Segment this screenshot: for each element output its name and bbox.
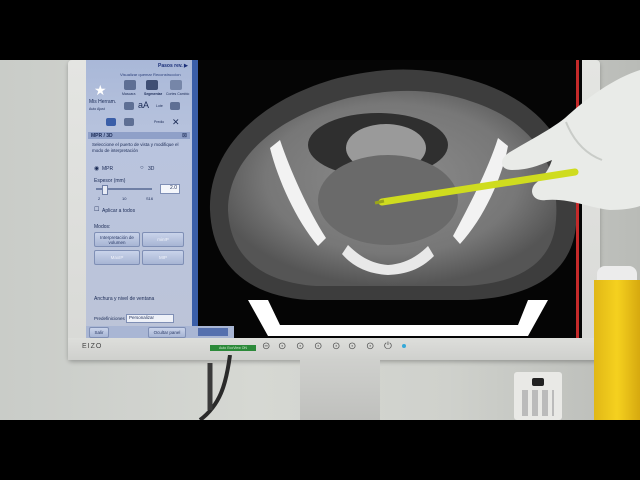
scale-tick-min: 2 [98,196,101,201]
tool-label-autoadjust: Auto Ajust [89,107,105,111]
cut-tool-icon[interactable] [170,80,182,90]
monitor-button-2[interactable]: ⊙ [278,341,286,352]
monitor-bezel-bottom: EIZO Auto EcoView ON ⊝ ⊙ ⊙ ⊙ ⊙ ⊙ ⊙ ⏻ [68,338,600,360]
monitor-button-6[interactable]: ⊙ [348,341,356,352]
radio-3d-label: 3D [148,166,155,172]
radio-3d[interactable]: ○ [140,165,144,171]
rotate-tool-icon[interactable] [124,118,134,126]
grid-tool-icon[interactable] [170,102,180,110]
close-tool-icon[interactable]: ✕ [172,117,180,128]
scale-tick-mid: 10 [122,196,127,201]
mpr-tool-icon[interactable] [106,118,116,126]
modes-label: Modos: [94,224,111,230]
wall-remote [514,372,562,420]
tool-panel: Pasos rev. ▶ Visualizar quemar Reconstru… [86,60,192,338]
star-icon[interactable]: ★ [94,82,107,99]
text-tool-icon[interactable]: aA [138,100,149,110]
top-link[interactable]: Pasos rev. ▶ [158,63,188,69]
monitor-button-1[interactable]: ⊝ [262,341,270,352]
presets-label: Predefiniciones [94,316,125,321]
window-level-label: Anchura y nivel de ventana [94,296,155,302]
radio-mpr-label: MPR [102,166,114,172]
exit-button[interactable]: Salir [89,327,109,338]
minip-button[interactable]: minIP [142,232,184,247]
radio-mpr[interactable]: ◉ [94,165,99,172]
volume-render-button[interactable]: Interpretación de volumen [94,232,140,247]
section-close-icon[interactable]: ⊠ [182,132,187,139]
monitor-button-7[interactable]: ⊙ [366,341,374,352]
panel-subtitle: Visualizar quemar Reconstruccion [120,72,181,77]
monitor-button-4[interactable]: ⊙ [314,341,322,352]
ecoview-badge: Auto EcoView ON [210,345,256,351]
tool-label-predio: Predio [154,120,165,124]
apply-all-label: Aplicar a todos [102,208,136,214]
viewport-toolbar[interactable] [198,328,228,336]
pen-tip [374,199,385,205]
thickness-slider-handle[interactable] [102,185,108,195]
segment-tool-icon[interactable] [146,80,158,90]
photo-scene: Pasos rev. ▶ Visualizar quemar Reconstru… [0,0,640,480]
tool-label-segment: Segmentar [144,92,163,96]
thickness-value[interactable]: 2.0 [160,184,180,194]
apply-all-checkbox[interactable]: ☐ [94,206,99,213]
gloved-hand [374,70,640,210]
remote-keys [522,390,554,416]
panel-bottom-bar: Salir Ocultar panel [86,326,234,338]
thickness-label: Espesor (mm) [94,178,126,184]
mask-tool-icon[interactable] [124,80,136,90]
tools-label: Mis Herram. [89,99,117,105]
scale-tick-max: S16 [146,196,154,201]
maxip-button[interactable]: MaxIP [94,250,140,265]
monitor-button-5[interactable]: ⊙ [332,341,340,352]
monitor-button-3[interactable]: ⊙ [296,341,304,352]
yellow-container [594,280,640,420]
letterbox-bottom [0,420,640,480]
monitor-stand [300,360,380,420]
section-header: MPR / 3D [91,133,113,139]
tool-label-batch: Lote [156,104,163,108]
presets-value: Personalizar [129,315,155,320]
letterbox-top [0,0,640,60]
mip-button[interactable]: MIP [142,250,184,265]
monitor-brand: EIZO [82,343,103,350]
tool-label-cuts: Cortes Cambio [166,92,190,96]
remote-button [532,378,544,386]
monitor-cable [198,355,232,422]
hide-panel-button[interactable]: Ocultar panel [148,327,186,338]
crop-tool-icon[interactable] [124,102,134,110]
power-led [402,344,406,348]
presets-select[interactable]: Personalizar [126,314,174,323]
instructions-text: Seleccione el puerto de vista y modifiqu… [92,142,179,153]
power-icon[interactable]: ⏻ [384,341,392,352]
tool-label-mask: Mascara [122,92,136,96]
